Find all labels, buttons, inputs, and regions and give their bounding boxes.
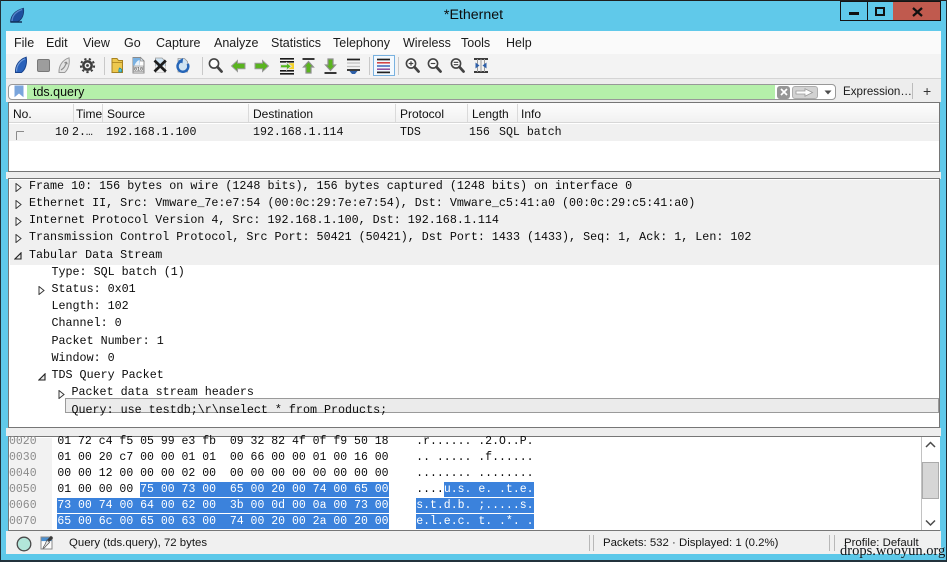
svg-text:010: 010 bbox=[134, 67, 143, 73]
